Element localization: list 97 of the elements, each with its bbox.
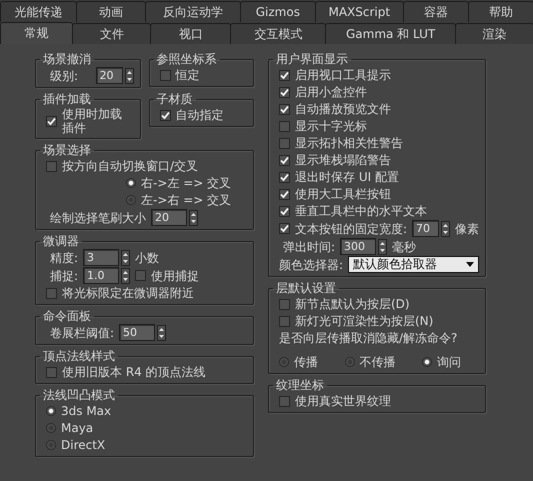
spinner-field[interactable]: 1.0 bbox=[83, 267, 120, 284]
spinner-field[interactable]: 300 bbox=[340, 238, 376, 255]
group-title: 微调器 bbox=[42, 234, 80, 248]
color-picker-dropdown[interactable]: 默认颜色拾取器 bbox=[348, 256, 479, 273]
radio-label: 左->右 => 交叉 bbox=[141, 193, 232, 207]
checkbox[interactable] bbox=[279, 70, 290, 80]
checkbox[interactable] bbox=[279, 172, 290, 182]
checkbox-label: 自动指定 bbox=[176, 108, 224, 122]
radio-label: 3ds Max bbox=[61, 404, 112, 418]
checkbox[interactable] bbox=[46, 288, 57, 298]
group-title: 法线凹凸模式 bbox=[42, 388, 116, 402]
checkbox[interactable] bbox=[46, 366, 57, 378]
spinner-arrows-icon[interactable] bbox=[121, 268, 130, 284]
group-title: 场景选择 bbox=[42, 143, 92, 157]
spinner-arrows-icon[interactable] bbox=[124, 68, 134, 84]
checkbox-label: 新节点默认为按层(D) bbox=[295, 297, 410, 311]
field-label: 绘制选择笔刷大小 bbox=[50, 210, 146, 224]
spinner-field[interactable]: 3 bbox=[83, 249, 120, 266]
checkbox-label: 将光标限定在微调器附近 bbox=[62, 286, 194, 300]
checkbox[interactable] bbox=[279, 104, 290, 114]
spinner-arrows-icon[interactable] bbox=[378, 238, 388, 254]
field-label: 颜色选择器: bbox=[279, 258, 344, 272]
checkbox-label: 恒定 bbox=[176, 68, 200, 82]
group-title: 用户界面显示 bbox=[275, 52, 349, 66]
field-label: 弹出时间: bbox=[283, 240, 336, 254]
spinner-field[interactable]: 20 bbox=[96, 67, 122, 84]
group-title: 场景撤消 bbox=[42, 52, 92, 66]
checkbox-label: 显示堆栈塌陷警告 bbox=[295, 153, 391, 167]
checkbox[interactable] bbox=[279, 298, 290, 310]
checkbox-label: 新灯光可渲染性为按层(N) bbox=[295, 314, 434, 328]
spinner-arrows-icon[interactable] bbox=[157, 324, 166, 340]
caret-icon bbox=[466, 262, 474, 267]
checkbox[interactable] bbox=[279, 206, 290, 216]
radio-label: DirectX bbox=[61, 438, 106, 452]
radio-label: 右->左 => 交叉 bbox=[141, 176, 232, 190]
spinner-arrows-icon[interactable] bbox=[441, 220, 450, 236]
group-title: 层默认设置 bbox=[275, 281, 337, 295]
radio-button[interactable] bbox=[46, 440, 56, 450]
checkbox-label: 自动播放预览文件 bbox=[295, 102, 391, 116]
checkbox[interactable] bbox=[279, 316, 290, 326]
checkbox[interactable] bbox=[279, 223, 290, 234]
settings-tab[interactable]: 常规 bbox=[0, 22, 74, 44]
checkbox[interactable] bbox=[279, 396, 290, 406]
checkbox[interactable] bbox=[279, 188, 290, 200]
radio-button[interactable] bbox=[46, 406, 56, 416]
radio-button[interactable] bbox=[344, 357, 354, 367]
checkbox[interactable] bbox=[279, 138, 290, 148]
checkbox[interactable] bbox=[160, 70, 170, 80]
radio-button[interactable] bbox=[46, 423, 56, 433]
checkbox[interactable] bbox=[279, 154, 290, 166]
checkbox-label: 使用旧版本 R4 的顶点法线 bbox=[62, 365, 206, 379]
radio-label: Maya bbox=[61, 421, 94, 435]
unit-label: 小数 bbox=[135, 250, 160, 264]
settings-tab[interactable]: 光能传递 bbox=[0, 1, 77, 22]
checkbox-label: 使用大工具栏按钮 bbox=[295, 187, 391, 201]
field-label: 捕捉: bbox=[50, 268, 78, 282]
group-title: 插件加载 bbox=[42, 92, 92, 106]
radio-button[interactable] bbox=[126, 195, 136, 205]
group-title: 子材质 bbox=[156, 92, 194, 106]
spinner-arrows-icon[interactable] bbox=[121, 250, 130, 266]
checkbox-label: 使用时加载插件 bbox=[62, 107, 122, 135]
unit-label: 像素 bbox=[455, 222, 479, 236]
checkbox[interactable] bbox=[46, 116, 57, 126]
group-title: 纹理坐标 bbox=[275, 378, 325, 392]
checkbox-label: 启用小盒控件 bbox=[295, 85, 367, 99]
radio-button[interactable] bbox=[126, 178, 136, 188]
radio-label: 不传播 bbox=[360, 355, 396, 369]
radio-button[interactable] bbox=[422, 357, 432, 367]
checkbox-label: 启用视口工具提示 bbox=[295, 68, 391, 82]
checkbox-label: 文本按钮的固定宽度: bbox=[295, 222, 408, 236]
checkbox[interactable] bbox=[279, 120, 290, 132]
checkbox[interactable] bbox=[135, 270, 146, 281]
group-title: 命令面板 bbox=[42, 309, 92, 323]
spinner-field[interactable]: 50 bbox=[119, 324, 156, 341]
checkbox-label: 使用捕捉 bbox=[151, 268, 200, 282]
radio-button[interactable] bbox=[279, 357, 289, 367]
field-label: 卷展栏阈值: bbox=[50, 326, 114, 340]
group-title: 参照坐标系 bbox=[156, 52, 218, 66]
checkbox[interactable] bbox=[160, 110, 170, 120]
checkbox-label: 显示拓扑相关性警告 bbox=[295, 136, 403, 150]
checkbox-label: 按方向自动切换窗口/交叉 bbox=[62, 159, 198, 173]
group-title: 顶点法线样式 bbox=[42, 349, 116, 363]
field-label: 级别: bbox=[50, 68, 80, 82]
radio-label: 询问 bbox=[437, 355, 461, 369]
checkbox-label: 显示十字光标 bbox=[295, 119, 367, 133]
checkbox-label: 退出时保存 UI 配置 bbox=[295, 170, 399, 184]
field-label: 精度: bbox=[50, 250, 78, 264]
checkbox-label: 使用真实世界纹理 bbox=[295, 394, 391, 408]
spinner-field[interactable]: 70 bbox=[412, 220, 439, 237]
spinner-field[interactable]: 20 bbox=[151, 209, 187, 226]
checkbox[interactable] bbox=[46, 160, 57, 172]
radio-label: 传播 bbox=[294, 355, 318, 369]
unit-label: 毫秒 bbox=[392, 240, 416, 254]
checkbox[interactable] bbox=[279, 86, 290, 98]
prompt-text: 是否向层传播取消隐藏/解冻命令? bbox=[279, 331, 458, 345]
checkbox-label: 垂直工具栏中的水平文本 bbox=[295, 204, 427, 218]
spinner-arrows-icon[interactable] bbox=[189, 210, 198, 226]
